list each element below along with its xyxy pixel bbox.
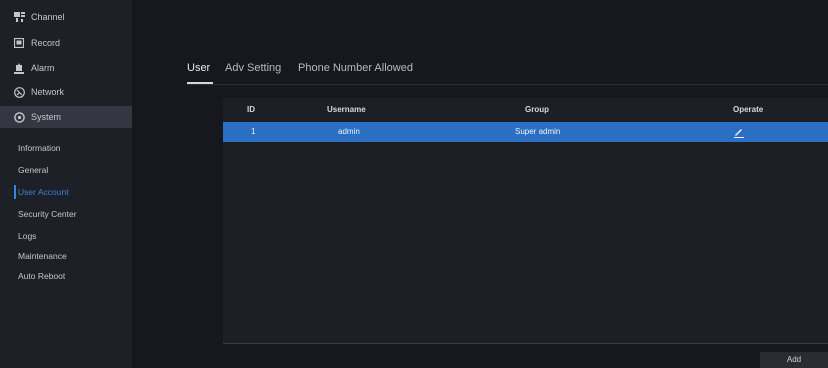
tab-user[interactable]: User <box>187 62 210 74</box>
submenu-item-auto-reboot[interactable]: Auto Reboot <box>18 269 65 283</box>
submenu-item-general[interactable]: General <box>18 163 48 177</box>
alarm-icon <box>13 62 25 74</box>
sidebar-item-network[interactable]: Network <box>0 81 132 103</box>
submenu-item-information[interactable]: Information <box>18 141 61 155</box>
record-icon <box>13 37 25 49</box>
sidebar: Channel Record Alarm Network System Info… <box>0 0 132 368</box>
submenu-item-logs[interactable]: Logs <box>18 229 36 243</box>
submenu-item-maintenance[interactable]: Maintenance <box>18 249 67 263</box>
submenu-item-user-account[interactable]: User Account <box>18 185 69 199</box>
sidebar-item-alarm[interactable]: Alarm <box>0 57 132 79</box>
add-button[interactable]: Add <box>760 352 828 368</box>
column-header-operate: Operate <box>733 105 764 114</box>
sidebar-item-system[interactable]: System <box>0 106 132 128</box>
sidebar-item-label: Record <box>31 38 61 48</box>
gear-icon <box>13 111 25 123</box>
channel-icon <box>13 11 25 23</box>
sidebar-item-label: Alarm <box>31 63 55 73</box>
table-divider <box>223 343 828 344</box>
cell-group: Super admin <box>515 127 561 136</box>
column-header-id: ID <box>247 105 255 114</box>
tab-adv-setting[interactable]: Adv Setting <box>225 62 281 74</box>
column-header-group: Group <box>525 105 549 114</box>
sidebar-item-record[interactable]: Record <box>0 32 132 54</box>
user-table: ID Username Group Operate 1 admin Super … <box>223 98 828 344</box>
table-row[interactable]: 1 admin Super admin <box>223 122 828 142</box>
cell-username: admin <box>338 127 360 136</box>
sidebar-item-channel[interactable]: Channel <box>0 6 132 28</box>
sidebar-item-label: Network <box>31 87 65 97</box>
sidebar-item-label: Channel <box>31 12 65 22</box>
cell-id: 1 <box>251 127 256 136</box>
sidebar-item-label: System <box>31 112 62 122</box>
active-indicator <box>14 185 16 199</box>
column-header-username: Username <box>327 105 366 114</box>
network-icon <box>13 86 25 98</box>
edit-icon[interactable] <box>733 122 745 142</box>
tab-divider <box>186 84 828 85</box>
tab-phone-number-allowed[interactable]: Phone Number Allowed <box>298 62 413 74</box>
submenu-item-security-center[interactable]: Security Center <box>18 207 77 221</box>
